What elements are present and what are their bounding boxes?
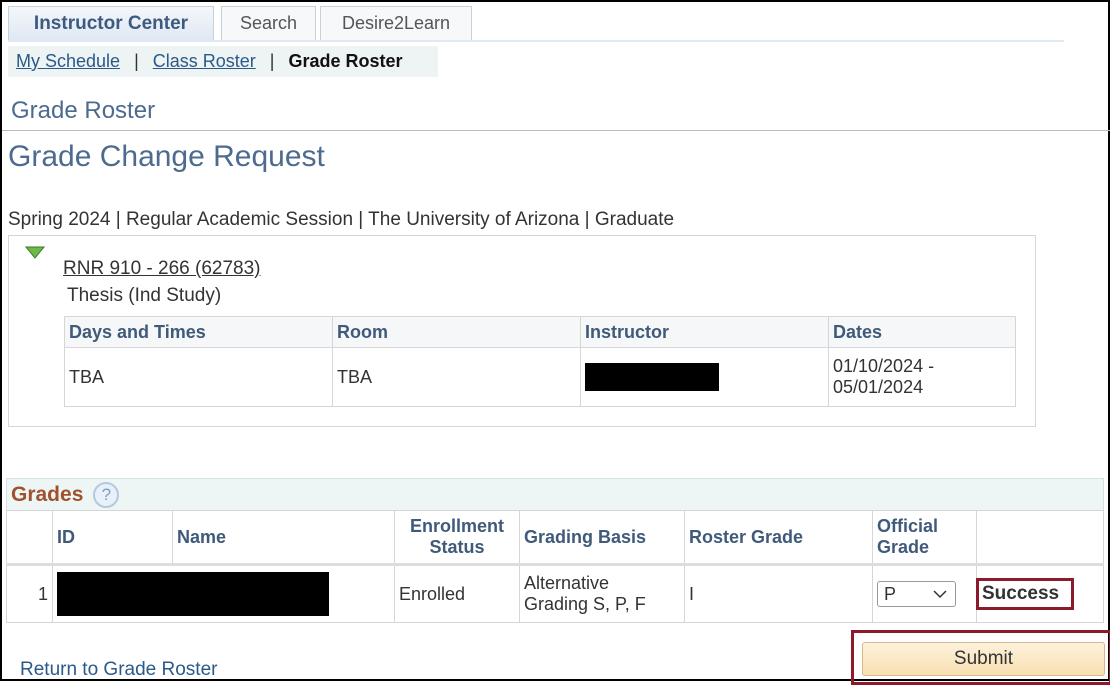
class-table: Days and Times Room Instructor Dates TBA… [64, 316, 1016, 407]
grading-basis: Alternative Grading S, P, F [519, 564, 685, 623]
id-name-redacted [52, 564, 395, 623]
col-id: ID [52, 510, 173, 565]
col-enrollment-status: Enrollment Status [394, 510, 520, 565]
col-name: Name [172, 510, 395, 565]
col-grading-basis: Grading Basis [519, 510, 685, 565]
col-dates: Dates [828, 316, 1016, 348]
col-official-grade: Official Grade [872, 510, 977, 565]
separator: | [134, 51, 139, 71]
tab-search[interactable]: Search [221, 6, 316, 40]
roster-grade: I [684, 564, 873, 623]
term-line: Spring 2024 | Regular Academic Session |… [8, 209, 675, 230]
col-room: Room [332, 316, 581, 348]
grades-title: Grades [11, 482, 84, 506]
nav-grade-roster: Grade Roster [288, 51, 403, 71]
return-link[interactable]: Return to Grade Roster [20, 659, 217, 681]
col-roster-grade: Roster Grade [684, 510, 873, 565]
official-grade-select[interactable]: P [877, 581, 956, 607]
col-result [976, 510, 1104, 565]
heading: Grade Change Request [8, 140, 325, 173]
enrollment-status: Enrolled [394, 564, 520, 623]
submit-button[interactable]: Submit [862, 642, 1105, 676]
instructor-value [580, 347, 829, 407]
tab-instructor-center[interactable]: Instructor Center [8, 6, 214, 40]
row-number: 1 [6, 564, 53, 623]
room-value: TBA [332, 347, 581, 407]
days-value: TBA [64, 347, 333, 407]
dates-value: 01/10/2024 -05/01/2024 [828, 347, 1016, 407]
nav-class-roster[interactable]: Class Roster [153, 51, 256, 72]
collapse-triangle-icon[interactable] [25, 246, 45, 260]
success-status: Success [976, 578, 1074, 610]
page-title: Grade Roster [11, 97, 156, 124]
grades-header: Grades ? [6, 478, 1104, 511]
nav-my-schedule[interactable]: My Schedule [16, 51, 120, 72]
breadcrumb: My Schedule | Class Roster | Grade Roste… [8, 46, 438, 77]
separator: | [269, 51, 275, 71]
divider [2, 130, 1110, 131]
class-link[interactable]: RNR 910 - 266 (62783) [63, 258, 261, 280]
help-icon[interactable]: ? [93, 481, 120, 508]
chevron-down-icon [933, 589, 947, 598]
col-instructor: Instructor [580, 316, 829, 348]
tab-desire2learn[interactable]: Desire2Learn [320, 6, 472, 40]
col-days: Days and Times [64, 316, 333, 348]
col-num [6, 510, 53, 565]
tab-underline [8, 40, 1064, 42]
class-description: Thesis (Ind Study) [67, 285, 222, 306]
